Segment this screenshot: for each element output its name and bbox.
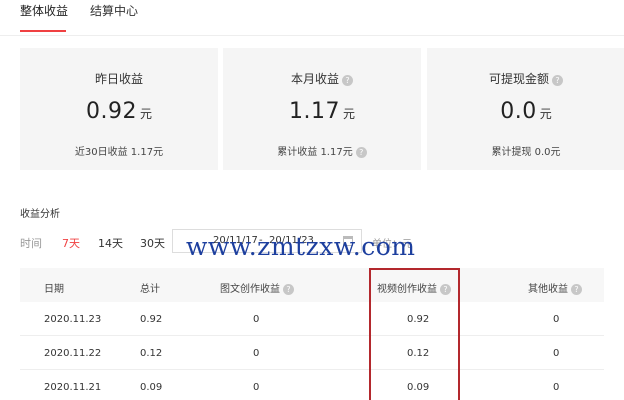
column-header-other-earnings: 其他收益? xyxy=(528,280,582,295)
card-value: 0.0 元 xyxy=(427,99,624,124)
card-value-unit: 元 xyxy=(342,107,355,121)
table-row: 2020.11.23 0.92 0 0.92 0 xyxy=(20,302,604,336)
help-icon[interactable]: ? xyxy=(355,147,367,158)
cell-total: 0.09 xyxy=(140,382,163,393)
card-subtext-text: 累计收益 1.17元 xyxy=(277,147,353,158)
range-7d-button[interactable]: 7天 xyxy=(62,235,80,251)
cell-article-earnings: 0 xyxy=(253,382,260,393)
help-icon[interactable]: ? xyxy=(571,284,582,295)
section-title: 收益分析 xyxy=(20,209,60,220)
cell-date: 2020.11.23 xyxy=(44,314,102,325)
cell-article-earnings: 0 xyxy=(253,314,260,325)
card-label: 昨日收益 xyxy=(20,70,218,87)
help-icon[interactable]: ? xyxy=(342,75,353,86)
card-subtext: 累计提现 0.0元 xyxy=(491,147,561,158)
time-label: 时间 xyxy=(20,237,42,250)
active-tab-indicator xyxy=(20,30,66,32)
range-14d-button[interactable]: 14天 xyxy=(98,235,123,251)
column-header-text: 图文创作收益 xyxy=(220,284,280,295)
cell-article-earnings: 0 xyxy=(253,348,260,359)
watermark: www.zmtzxw.com xyxy=(186,232,416,261)
cell-other-earnings: 0 xyxy=(553,382,560,393)
card-label-text: 本月收益 xyxy=(290,72,339,86)
card-value: 0.92 元 xyxy=(20,99,218,124)
card-value-number: 0.0 xyxy=(500,99,537,124)
video-earnings-highlight-box xyxy=(369,268,460,400)
card-value-number: 0.92 xyxy=(86,99,137,124)
cell-other-earnings: 0 xyxy=(553,314,560,325)
column-header-text: 其他收益 xyxy=(528,284,568,295)
card-label: 本月收益? xyxy=(223,70,421,87)
table-row: 2020.11.22 0.12 0 0.12 0 xyxy=(20,336,604,370)
card-label-text: 昨日收益 xyxy=(94,72,143,86)
tab-settlement-center[interactable]: 结算中心 xyxy=(90,2,138,19)
cell-other-earnings: 0 xyxy=(553,348,560,359)
card-subtext: 近30日收益 1.17元 xyxy=(74,147,164,158)
card-value: 1.17 元 xyxy=(223,99,421,124)
card-label-text: 可提现金额 xyxy=(488,72,549,86)
column-header-date: 日期 xyxy=(44,284,64,295)
range-30d-button[interactable]: 30天 xyxy=(140,235,165,251)
column-header-article-earnings: 图文创作收益? xyxy=(220,280,294,295)
cell-date: 2020.11.21 xyxy=(44,382,102,393)
card-value-unit: 元 xyxy=(539,107,552,121)
cell-total: 0.12 xyxy=(140,348,163,359)
table-row: 2020.11.21 0.09 0 0.09 0 xyxy=(20,370,604,400)
card-value-number: 1.17 xyxy=(289,99,340,124)
table-header: 日期 总计 图文创作收益? 视频创作收益? 其他收益? xyxy=(20,268,604,302)
tab-bar: 整体收益 结算中心 xyxy=(0,0,624,36)
cell-total: 0.92 xyxy=(140,314,163,325)
card-value-unit: 元 xyxy=(139,107,152,121)
card-month-earnings: 本月收益? 1.17 元 累计收益 1.17元? xyxy=(223,48,421,170)
help-icon[interactable]: ? xyxy=(283,284,294,295)
card-label: 可提现金额? xyxy=(427,70,624,87)
card-withdrawable: 可提现金额? 0.0 元 累计提现 0.0元 xyxy=(427,48,624,170)
tab-overall-earnings[interactable]: 整体收益 xyxy=(20,2,68,19)
card-yesterday-earnings: 昨日收益 0.92 元 近30日收益 1.17元 xyxy=(20,48,218,170)
cell-date: 2020.11.22 xyxy=(44,348,102,359)
help-icon[interactable]: ? xyxy=(552,75,563,86)
card-subtext: 累计收益 1.17元? xyxy=(223,143,421,158)
column-header-total: 总计 xyxy=(140,284,160,295)
